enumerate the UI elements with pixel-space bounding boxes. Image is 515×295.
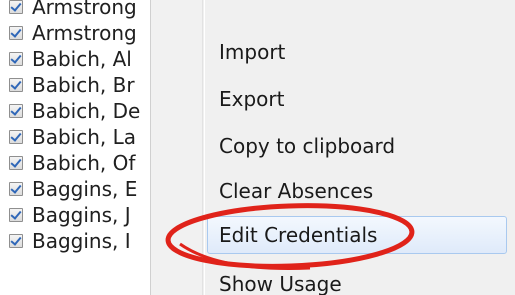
screenshot-root: Armstrong Armstrong Babich, Al Babich, B… [0, 0, 515, 295]
list-item[interactable]: Babich, Br [0, 72, 150, 98]
menu-item-copy-to-clipboard[interactable]: Copy to clipboard [219, 134, 395, 158]
menu-icon-gutter [151, 0, 203, 295]
list-item[interactable]: Babich, Of [0, 150, 150, 176]
list-item-label: Babich, La [32, 125, 137, 149]
checkbox-checked[interactable] [9, 234, 23, 248]
list-item[interactable]: Baggins, E [0, 176, 150, 202]
list-item-label: Baggins, J [32, 203, 131, 227]
list-item[interactable]: Babich, Al [0, 46, 150, 72]
list-item[interactable]: Babich, La [0, 124, 150, 150]
checkbox-checked[interactable] [9, 156, 23, 170]
menu-item-label: Edit Credentials [219, 223, 378, 247]
list-item[interactable]: Babich, De [0, 98, 150, 124]
list-item[interactable]: Armstrong [0, 20, 150, 46]
menu-item-import[interactable]: Import [219, 40, 285, 64]
checkbox-checked[interactable] [9, 0, 23, 14]
list-item-label: Armstrong [32, 21, 137, 45]
checkbox-checked[interactable] [9, 208, 23, 222]
menu-item-show-usage[interactable]: Show Usage [219, 272, 342, 295]
checkbox-checked[interactable] [9, 182, 23, 196]
list-item[interactable]: Baggins, I [0, 228, 150, 254]
list-item-label: Babich, Br [32, 73, 135, 97]
menu-item-export[interactable]: Export [219, 87, 284, 111]
list-item[interactable]: Armstrong [0, 0, 150, 20]
list-item-label: Baggins, I [32, 229, 131, 253]
checkbox-list: Armstrong Armstrong Babich, Al Babich, B… [0, 0, 150, 295]
menu-item-clear-absences[interactable]: Clear Absences [219, 179, 373, 203]
list-item-label: Babich, Al [32, 47, 132, 71]
context-menu: Import Export Copy to clipboard Clear Ab… [150, 0, 515, 295]
list-item-label: Babich, De [32, 99, 141, 123]
checkbox-checked[interactable] [9, 52, 23, 66]
checkbox-checked[interactable] [9, 130, 23, 144]
menu-item-edit-credentials[interactable]: Edit Credentials [207, 216, 507, 254]
checkbox-checked[interactable] [9, 78, 23, 92]
menu-gutter-divider [204, 0, 205, 295]
list-item-label: Babich, Of [32, 151, 136, 175]
checkbox-checked[interactable] [9, 26, 23, 40]
list-item[interactable]: Baggins, J [0, 202, 150, 228]
list-item-label: Baggins, E [32, 177, 138, 201]
checkbox-checked[interactable] [9, 104, 23, 118]
list-item-label: Armstrong [32, 0, 137, 19]
